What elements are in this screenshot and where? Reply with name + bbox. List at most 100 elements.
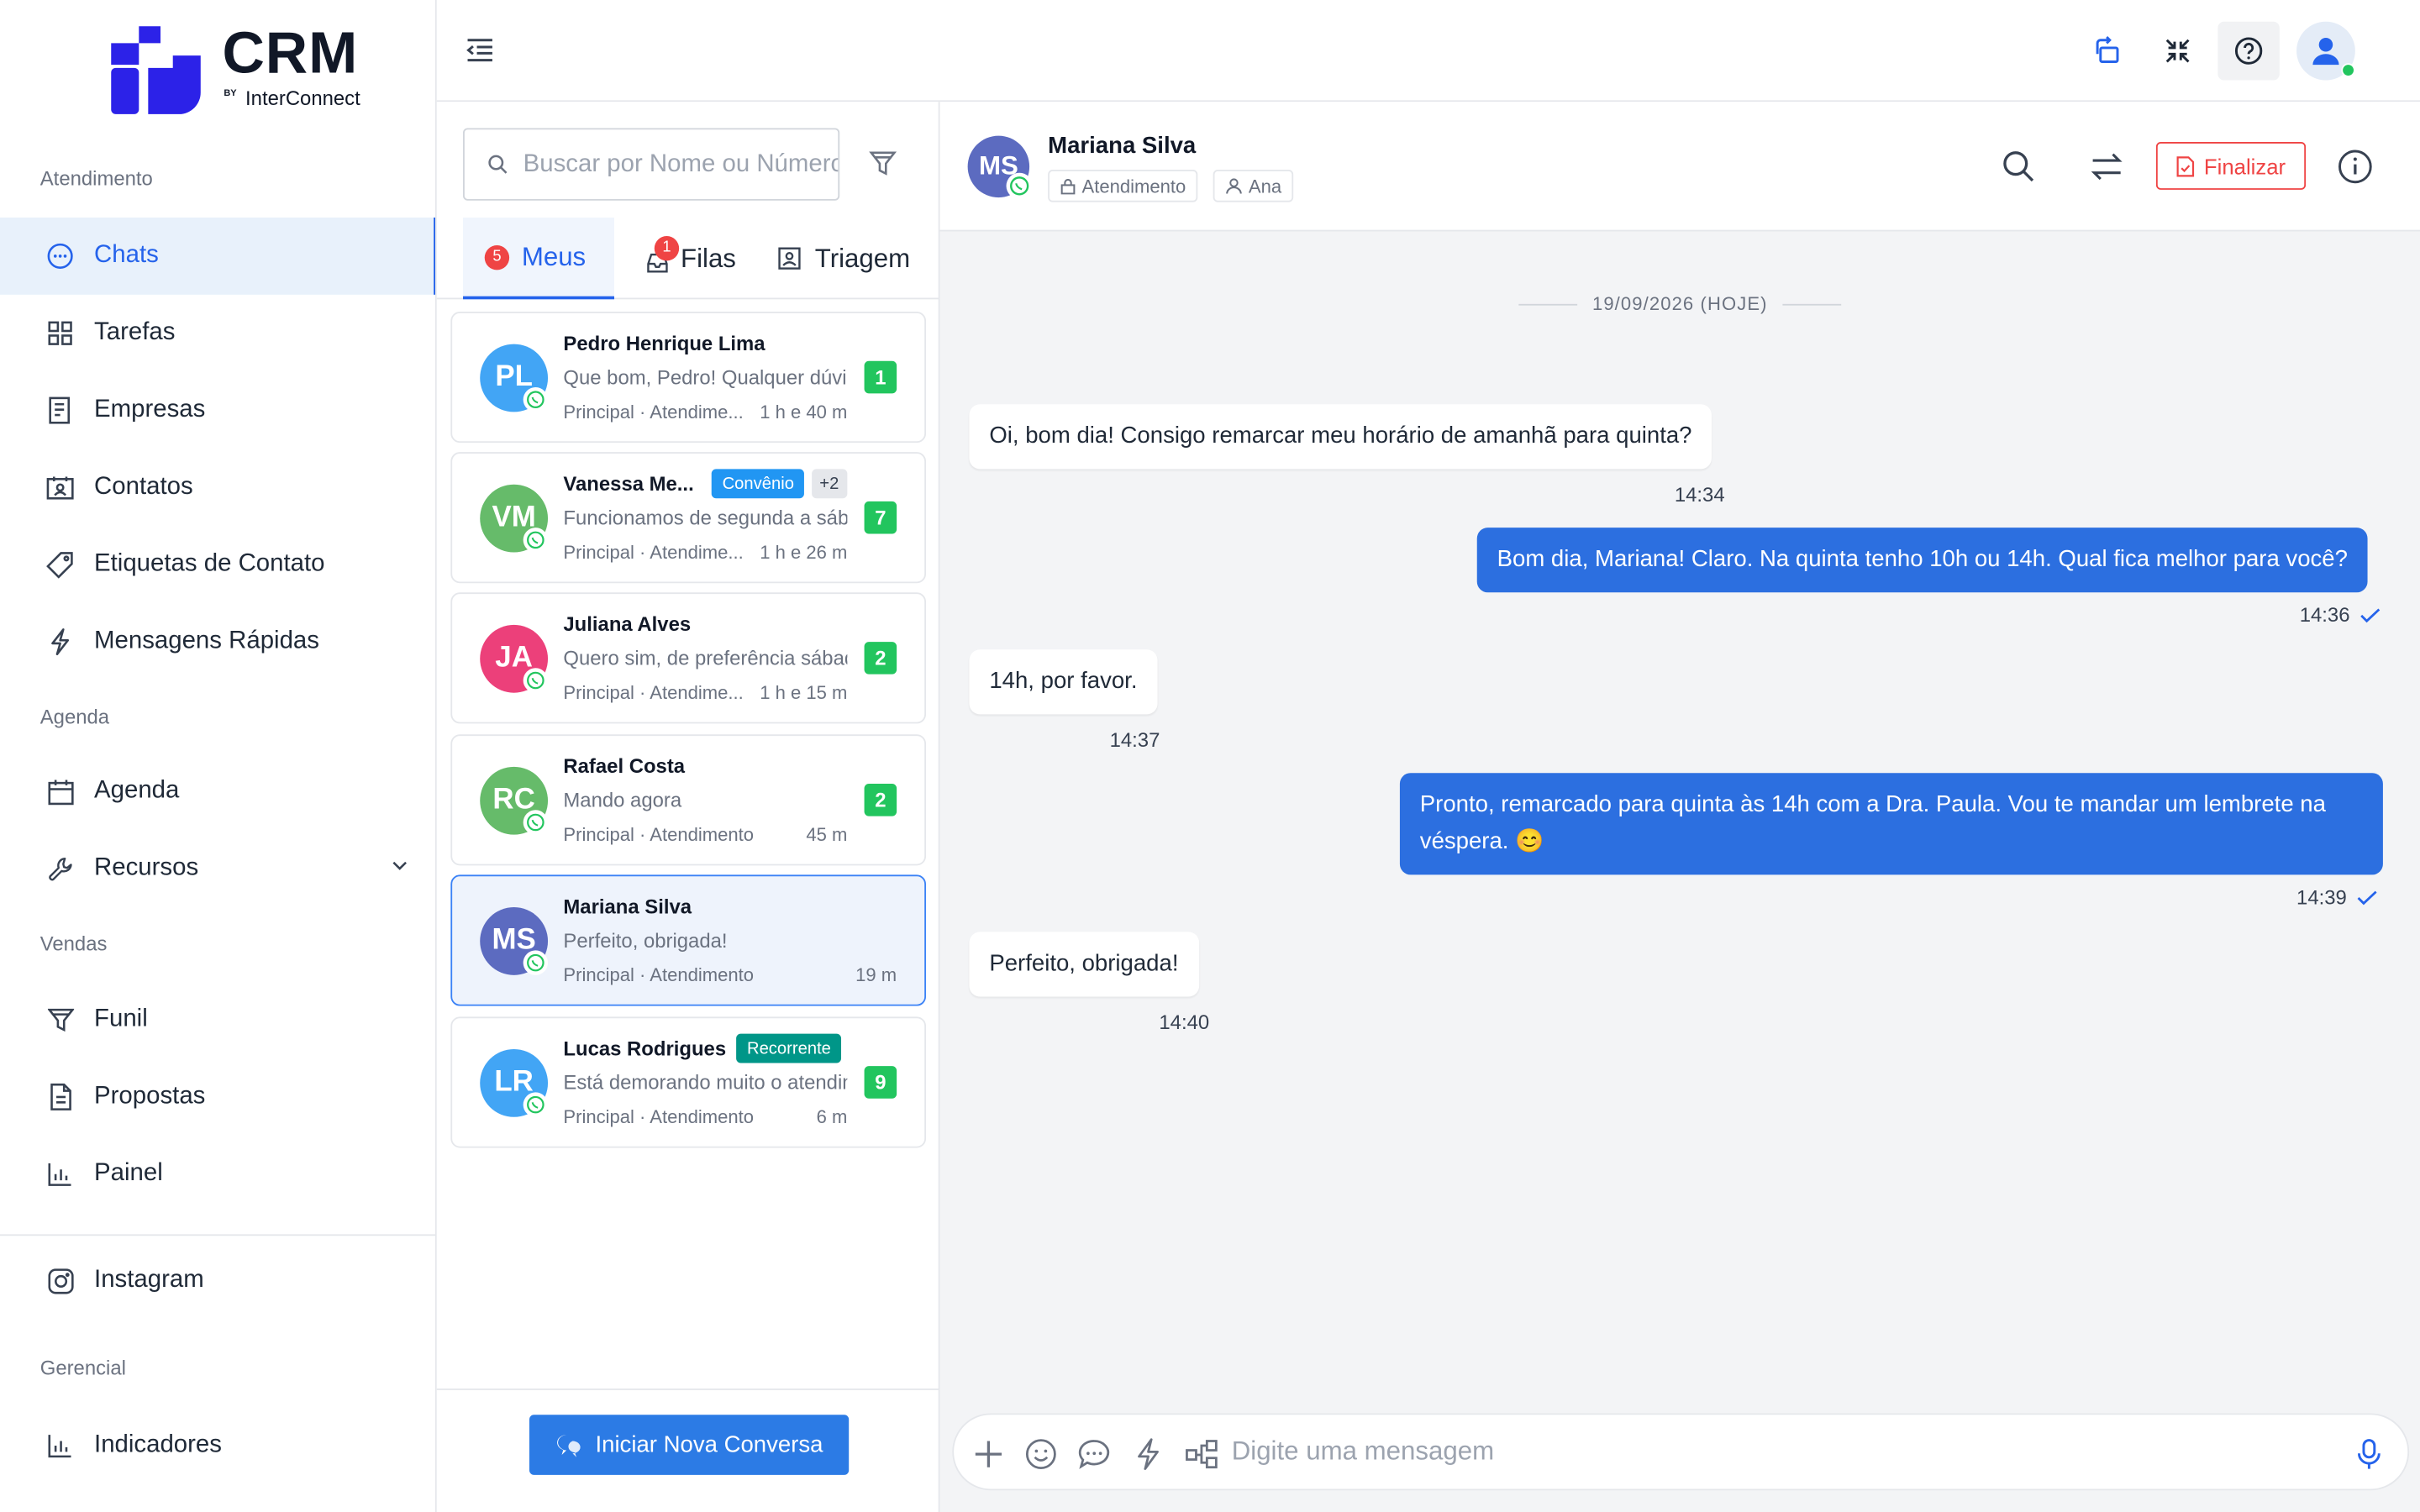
last-message: Que bom, Pedro! Qualquer dúvida é só cha…	[563, 365, 847, 389]
document-icon	[46, 1083, 74, 1110]
tab-badge: 1	[654, 235, 680, 260]
user-avatar-icon[interactable]	[2296, 21, 2355, 81]
flow-icon[interactable]	[1186, 1438, 1218, 1471]
microphone-icon[interactable]	[2354, 1438, 2386, 1471]
message-input[interactable]: Digite uma mensagem	[1232, 1436, 1494, 1467]
instagram-icon	[46, 1267, 74, 1294]
sidebar-item-label: Chats	[94, 242, 159, 269]
new-conversation-label: Iniciar Nova Conversa	[595, 1431, 823, 1458]
sidebar-item-painel[interactable]: Painel	[0, 1136, 435, 1213]
contact-name: Pedro Henrique Lima	[563, 331, 765, 355]
sidebar-item-label: Recursos	[94, 854, 199, 881]
chat-header: MS Mariana Silva Atendimento Ana Finaliz…	[939, 102, 2420, 232]
conversation-item[interactable]: RC Rafael Costa Mando agora Principal · …	[450, 734, 927, 866]
sidebar-item-recursos[interactable]: Recursos	[0, 830, 435, 907]
sidebar-item-empresas[interactable]: Empresas	[0, 372, 435, 449]
emoji-icon[interactable]	[1025, 1438, 1058, 1471]
sidebar-item-chats[interactable]: Chats	[0, 217, 435, 295]
conversation-meta: Principal · Atendime...	[563, 681, 744, 704]
finalize-button[interactable]: Finalizar	[2155, 141, 2307, 190]
status-chip-label: Atendimento	[1081, 175, 1186, 197]
new-conversation-footer: Iniciar Nova Conversa	[436, 1389, 940, 1512]
sidebar-item-etiquetas[interactable]: Etiquetas de Contato	[0, 526, 435, 603]
triage-icon	[778, 247, 802, 270]
message-bubble-incoming: 14h, por favor.	[969, 649, 1158, 715]
sync-icon[interactable]	[2077, 22, 2139, 81]
agent-chip: Ana	[1213, 170, 1294, 202]
contact-name: Mariana Silva	[563, 895, 692, 918]
sidebar-item-contatos[interactable]: Contatos	[0, 449, 435, 526]
online-status-dot	[2341, 63, 2355, 77]
search-input[interactable]: Buscar por Nome ou Número	[463, 128, 840, 201]
date-label: 19/09/2026 (HOJE)	[1591, 292, 1768, 315]
conversation-meta: Principal · Atendime...	[563, 401, 744, 423]
quick-reply-icon[interactable]	[1077, 1438, 1110, 1471]
whatsapp-icon	[1006, 172, 1033, 199]
message-composer: Digite uma mensagem	[952, 1413, 2410, 1491]
sidebar-item-label: Instagram	[94, 1266, 204, 1294]
new-conversation-button[interactable]: Iniciar Nova Conversa	[529, 1415, 850, 1475]
contact-tag: Convênio	[711, 469, 805, 499]
tab-filas[interactable]: 1 Filas	[647, 218, 755, 299]
last-message: Quero sim, de preferência sábado	[563, 646, 848, 670]
last-message: Está demorando muito o atendimento	[563, 1070, 847, 1095]
grid-icon	[46, 319, 74, 347]
conversation-time: 45 m	[806, 823, 848, 846]
message-time-text: 14:37	[1109, 727, 1160, 752]
logo-by: BY	[224, 89, 237, 99]
unread-badge: 2	[864, 642, 897, 675]
sidebar-item-funil[interactable]: Funil	[0, 981, 435, 1058]
funnel-icon	[46, 1006, 74, 1034]
search-icon[interactable]	[2000, 148, 2037, 185]
last-message: Mando agora	[563, 788, 682, 812]
sidebar-item-agenda[interactable]: Agenda	[0, 753, 435, 830]
date-separator: 19/09/2026 (HOJE)	[940, 293, 2420, 315]
sidebar: CRM BY InterConnect Atendimento Chats Ta…	[0, 0, 437, 1512]
contact-name: Juliana Alves	[563, 612, 692, 636]
message-bubble-incoming: Perfeito, obrigada!	[969, 932, 1199, 997]
conversation-time: 19 m	[855, 963, 897, 986]
chevron-down-icon[interactable]	[391, 856, 409, 874]
sidebar-item-instagram[interactable]: Instagram	[0, 1242, 435, 1320]
crm-logo[interactable]: CRM BY InterConnect	[105, 22, 383, 118]
tab-label: Filas	[680, 243, 736, 273]
lightning-icon[interactable]	[1133, 1438, 1165, 1471]
tab-triagem[interactable]: Triagem	[778, 218, 933, 299]
tab-meus[interactable]: 5 Meus	[463, 217, 615, 300]
wrench-icon	[46, 855, 74, 883]
top-header	[436, 0, 2420, 102]
sidebar-item-indicadores[interactable]: Indicadores	[0, 1407, 435, 1484]
help-icon[interactable]	[2217, 21, 2280, 81]
sidebar-item-label: Empresas	[94, 396, 206, 423]
whatsapp-icon	[523, 810, 549, 835]
plus-icon[interactable]	[972, 1438, 1005, 1471]
fullscreen-icon[interactable]	[2147, 22, 2208, 81]
conversation-item-selected[interactable]: MS Mariana Silva Perfeito, obrigada! Pri…	[450, 874, 927, 1006]
conversation-meta: Principal · Atendime...	[563, 541, 744, 564]
tab-badge: 5	[484, 244, 510, 270]
tab-label: Meus	[521, 241, 587, 271]
conversation-time: 6 m	[816, 1105, 848, 1128]
conversation-item[interactable]: PL Pedro Henrique Lima Que bom, Pedro! Q…	[450, 312, 927, 444]
sidebar-item-label: Indicadores	[94, 1431, 222, 1458]
tag-icon	[46, 551, 74, 579]
whatsapp-icon	[523, 950, 549, 975]
sidebar-item-propostas[interactable]: Propostas	[0, 1058, 435, 1136]
conversation-item[interactable]: JA Juliana Alves Quero sim, de preferênc…	[450, 592, 927, 724]
filter-icon[interactable]	[869, 150, 897, 177]
menu-collapse-icon[interactable]	[465, 34, 498, 67]
calendar-icon	[46, 778, 74, 806]
whatsapp-icon	[523, 528, 549, 553]
message-time: 14:34	[1675, 483, 1725, 507]
sidebar-item-tarefas[interactable]: Tarefas	[0, 295, 435, 372]
sidebar-item-mensagens-rapidas[interactable]: Mensagens Rápidas	[0, 603, 435, 680]
info-icon[interactable]	[2337, 148, 2374, 185]
conversation-time: 1 h e 26 m	[760, 541, 848, 564]
conversation-item[interactable]: VM Vanessa Me... Convênio +2 Funcionamos…	[450, 452, 927, 584]
transfer-icon[interactable]	[2088, 148, 2125, 185]
search-placeholder: Buscar por Nome ou Número	[523, 150, 840, 177]
conversation-item[interactable]: LR Lucas Rodrigues Recorrente Está demor…	[450, 1016, 927, 1148]
sidebar-item-label: Etiquetas de Contato	[94, 550, 325, 577]
logo-text: CRM	[222, 21, 359, 87]
more-tags-badge: +2	[812, 469, 847, 499]
